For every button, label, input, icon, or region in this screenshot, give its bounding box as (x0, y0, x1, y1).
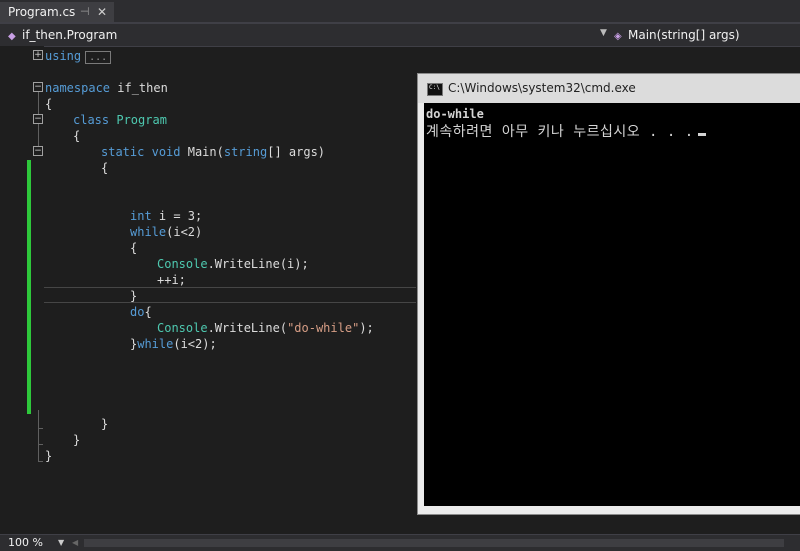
fold-end (38, 428, 43, 429)
console-title: C:\Windows\system32\cmd.exe (448, 81, 636, 95)
close-icon[interactable]: ✕ (97, 2, 107, 22)
fold-guide (38, 410, 39, 462)
code-line: } (73, 433, 81, 447)
fold-end (38, 461, 43, 462)
class-dropdown[interactable]: ◆ if_then.Program (8, 26, 608, 44)
keyword-string: string (223, 145, 268, 159)
class-icon: ◆ (8, 31, 16, 42)
code-text: (i<2); (173, 337, 217, 351)
collapse-namespace-icon[interactable]: − (33, 82, 43, 92)
console-prompt-text: 계속하려면 아무 키나 누르십시오 . . . (426, 124, 694, 140)
namespace-name: if_then (110, 81, 168, 95)
method-icon: ◈ (614, 31, 622, 42)
code-line: int i = 3; (130, 208, 202, 224)
code-line: { (130, 241, 138, 255)
console-window[interactable]: C:\ C:\Windows\system32\cmd.exe do-while… (417, 73, 800, 515)
keyword-class: class (73, 113, 110, 127)
method-name: Main( (180, 145, 224, 159)
collapse-class-icon[interactable]: − (33, 114, 43, 124)
code-line: using... (45, 48, 112, 64)
code-line: { (101, 161, 109, 175)
keyword-int: int (130, 209, 152, 223)
keyword-namespace: namespace (45, 81, 111, 95)
zoom-level[interactable]: 100 % (8, 536, 43, 550)
code-line: } (101, 417, 109, 431)
code-line: namespace if_then (45, 80, 168, 96)
code-text: ); (359, 321, 374, 335)
change-tracking-bar (27, 160, 31, 414)
keyword-while: while (137, 337, 174, 351)
fold-end (38, 444, 43, 445)
member-dropdown-value: Main(string[] args) (628, 28, 740, 42)
console-cursor (697, 133, 706, 136)
keyword-void: void (151, 145, 181, 159)
type-console: Console (157, 257, 208, 271)
string-literal: "do-while" (287, 321, 360, 335)
editor-bottom-bar: 100 % ▼ ◀ (0, 534, 800, 551)
code-line: { (45, 97, 53, 111)
scroll-left-icon[interactable]: ◀ (72, 538, 78, 547)
code-line: } (130, 289, 138, 303)
code-text: { (144, 305, 152, 319)
keyword-do: do (130, 305, 145, 319)
code-line: } (45, 449, 53, 463)
console-titlebar[interactable]: C:\ C:\Windows\system32\cmd.exe (418, 74, 800, 103)
tab-label: Program.cs (8, 5, 76, 19)
class-name: Program (116, 113, 167, 127)
horizontal-scrollbar[interactable] (84, 539, 784, 547)
console-output-line: do-while (426, 107, 484, 121)
type-console: Console (157, 321, 208, 335)
class-dropdown-value: if_then.Program (22, 28, 118, 42)
member-dropdown[interactable]: ◈ Main(string[] args) (614, 26, 800, 44)
pin-icon[interactable]: ⊣ (80, 2, 90, 22)
keyword-using: using (45, 49, 82, 63)
collapsed-region[interactable]: ... (85, 51, 112, 64)
collapse-method-icon[interactable]: − (33, 146, 43, 156)
method-params: [] args) (267, 145, 326, 159)
code-text: (i<2) (166, 225, 203, 239)
code-editor[interactable]: using... namespace if_then { class Progr… (45, 46, 415, 534)
code-line: static void Main(string[] args) (101, 144, 325, 160)
chevron-down-icon[interactable]: ▼ (58, 538, 64, 547)
console-output[interactable]: do-while 계속하려면 아무 키나 누르십시오 . . . (424, 103, 800, 506)
code-line: Console.WriteLine(i); (157, 256, 309, 272)
console-icon: C:\ (427, 83, 443, 96)
expand-using-icon[interactable]: + (33, 50, 43, 60)
tab-program-cs[interactable]: Program.cs ⊣ ✕ (0, 2, 114, 22)
chevron-down-icon[interactable]: ▼ (600, 28, 607, 38)
keyword-static: static (101, 145, 145, 159)
code-line: { (73, 129, 81, 143)
keyword-while: while (130, 225, 167, 239)
code-text: .WriteLine( (207, 321, 288, 335)
code-line: class Program (73, 112, 167, 128)
console-output-line: 계속하려면 아무 키나 누르십시오 . . . (426, 121, 706, 141)
fold-guide (38, 124, 39, 146)
document-tab-strip: Program.cs ⊣ ✕ (0, 0, 800, 24)
console-icon-text: C:\ (429, 84, 440, 91)
code-line: }while(i<2); (130, 336, 217, 352)
code-text: .WriteLine(i); (207, 257, 309, 271)
fold-guide (38, 92, 39, 114)
code-line: do{ (130, 304, 152, 320)
navigation-bar: ◆ if_then.Program ▼ ◈ Main(string[] args) (0, 24, 800, 47)
code-line: Console.WriteLine("do-while"); (157, 320, 374, 336)
code-text: i = 3; (151, 209, 203, 223)
code-line: while(i<2) (130, 224, 202, 240)
code-line: ++i; (157, 273, 186, 287)
